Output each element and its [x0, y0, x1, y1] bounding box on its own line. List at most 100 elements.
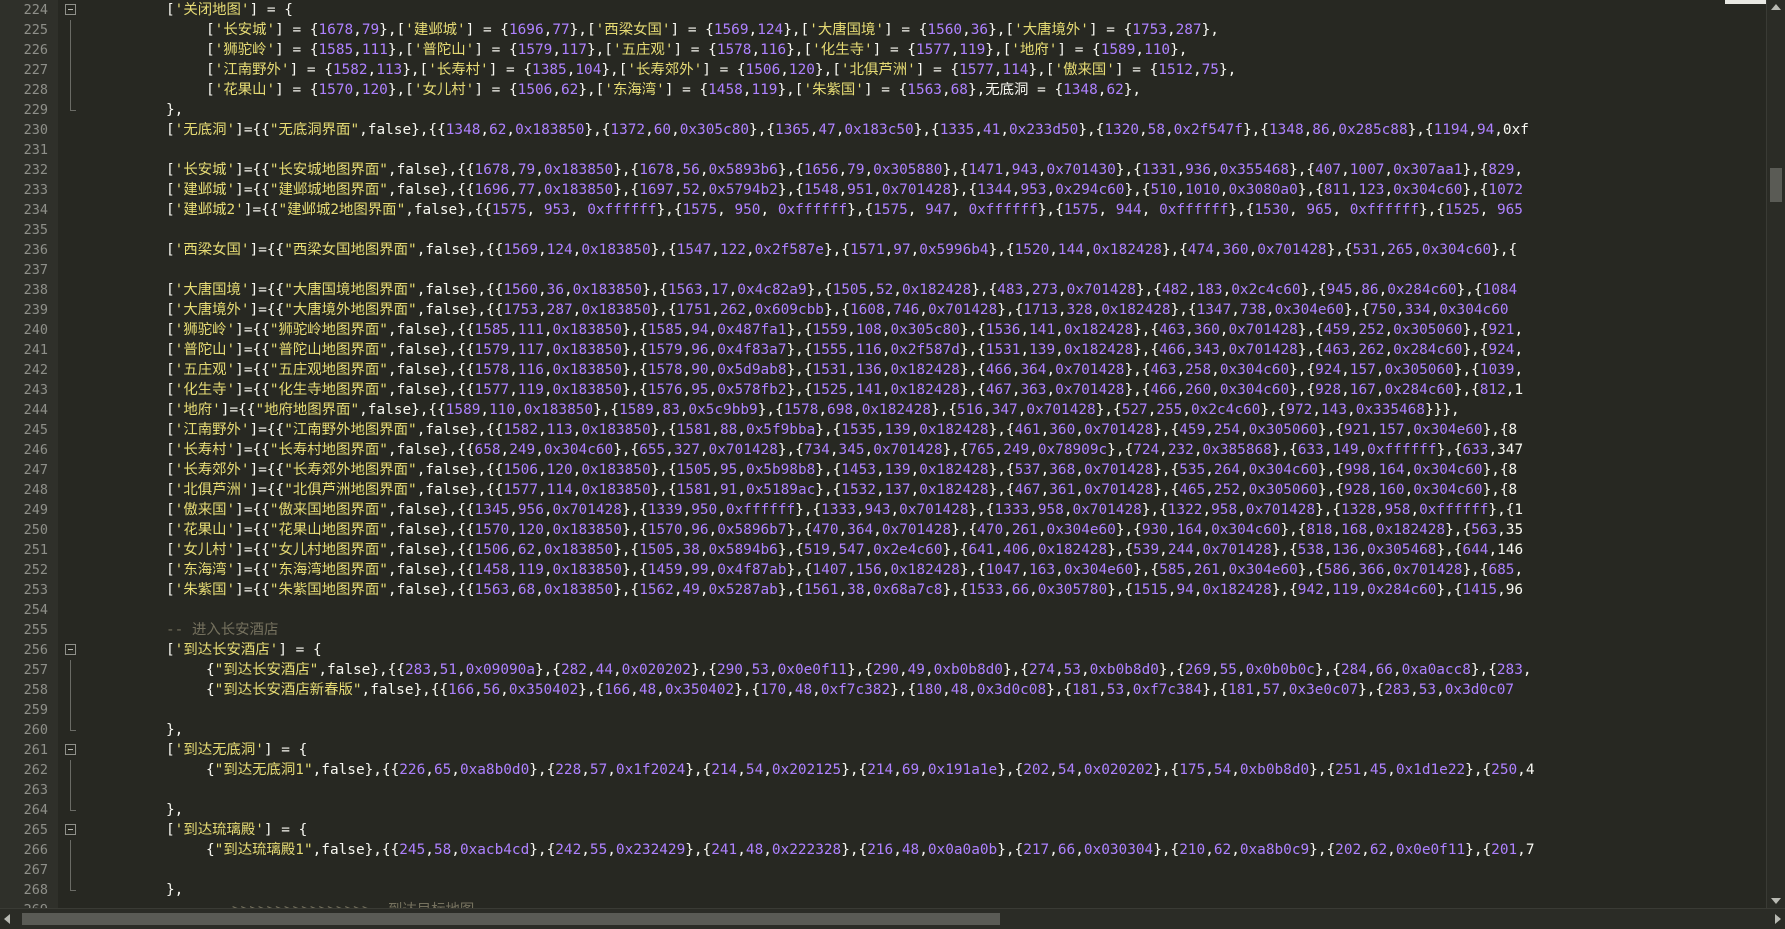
code-line[interactable]: ['无底洞']={{"无底洞界面",false},{{1348,62,0x183… — [88, 120, 1766, 140]
code-editor[interactable]: 224 225 226 227 228 229 230 231 232 233 234 235 236 2… — [0, 0, 1785, 929]
code-line[interactable]: }, — [88, 880, 1766, 900]
code-token: , — [699, 162, 709, 178]
fold-collapse-icon[interactable] — [65, 4, 76, 15]
code-line[interactable]: ['东海湾']={{"东海湾地图界面",false},{{1458,119,0x… — [88, 560, 1766, 580]
number-token: 0x0b0b0c — [1245, 662, 1315, 678]
code-line[interactable]: ['女儿村']={{"女儿村地图界面",false},{{1506,62,0x1… — [88, 540, 1766, 560]
code-token: ,false},{{ — [416, 302, 504, 318]
number-token: 95 — [691, 382, 709, 398]
code-line[interactable]: ['长寿郊外']={{"长寿郊外地图界面",false},{{1506,120,… — [88, 460, 1766, 480]
code-line[interactable]: ['花果山'] = {1570,120},['女儿村'] = {1506,62}… — [88, 80, 1766, 100]
code-token: , — [1046, 382, 1056, 398]
code-line[interactable]: ['大唐国境']={{"大唐国境地图界面",false},{{1560,36,0… — [88, 280, 1766, 300]
code-line[interactable]: {"到达长安酒店",false},{{283,51,0x09090a},{282… — [88, 660, 1766, 680]
code-token: },{ — [942, 542, 969, 558]
code-line[interactable]: ['狮驼岭']={{"狮驼岭地图界面",false},{{1585,111,0x… — [88, 320, 1766, 340]
code-token: , — [509, 582, 518, 598]
code-line[interactable] — [88, 780, 1766, 800]
vertical-scroll-thumb[interactable] — [1770, 168, 1782, 202]
number-token: 347 — [991, 402, 1018, 418]
code-token: , — [682, 562, 692, 578]
number-token: 0x701428 — [708, 442, 778, 458]
code-token: , — [751, 42, 761, 58]
fold-row — [58, 440, 88, 460]
code-line[interactable]: ['西梁女国']={{"西梁女国地图界面",false},{{1569,124,… — [88, 240, 1766, 260]
code-line[interactable]: {"到达长安酒店新春版",false},{{166,56,0x350402},{… — [88, 680, 1766, 700]
code-line[interactable]: ['长安城']={{"长安城地图界面",false},{{1678,79,0x1… — [88, 160, 1766, 180]
scroll-left-icon[interactable] — [4, 914, 10, 924]
code-token: , — [1358, 442, 1368, 458]
code-line[interactable]: ['花果山']={{"花果山地图界面",false},{{1570,120,0x… — [88, 520, 1766, 540]
string-token: '长寿村' — [174, 442, 236, 458]
code-area[interactable]: ['关闭地图'] = {['长安城'] = {1678,79},['建邺城'] … — [88, 0, 1766, 908]
code-line[interactable]: -- >>>>>>>>>>>>>>>> 到达目标地图 — [88, 900, 1766, 908]
horizontal-scrollbar[interactable] — [0, 908, 1785, 929]
fold-collapse-icon[interactable] — [65, 824, 76, 835]
code-line[interactable] — [88, 140, 1766, 160]
scroll-up-icon[interactable] — [1771, 4, 1781, 10]
code-line[interactable]: -- 进入长安酒店 — [88, 620, 1766, 640]
code-line[interactable]: ['地府']={{"地府地图界面",false},{{1589,110,0x18… — [88, 400, 1766, 420]
code-token: },{ — [1358, 682, 1385, 698]
code-token: ,false},{{ — [387, 162, 475, 178]
number-token: 0x202125 — [771, 762, 842, 778]
code-line[interactable] — [88, 220, 1766, 240]
number-token: 1578 — [783, 402, 819, 418]
code-line[interactable]: }, — [88, 720, 1766, 740]
scroll-down-icon[interactable] — [1771, 898, 1781, 904]
code-token: ,1 — [1505, 382, 1524, 398]
code-line[interactable]: ['到达无底洞'] = { — [88, 740, 1766, 760]
code-line[interactable]: ['江南野外']={{"江南野外地图界面",false},{{1582,113,… — [88, 420, 1766, 440]
code-line[interactable]: {"到达无底洞1",false},{{226,65,0xa8b0d0},{228… — [88, 760, 1766, 780]
fold-collapse-icon[interactable] — [65, 744, 76, 755]
code-line[interactable]: }, — [88, 100, 1766, 120]
scroll-right-icon[interactable] — [1775, 914, 1781, 924]
number-token: 86 — [1361, 282, 1379, 298]
code-line[interactable]: ['到达长安酒店'] = { — [88, 640, 1766, 660]
code-line[interactable]: }, — [88, 800, 1766, 820]
line-number: 251 — [23, 542, 48, 558]
line-number: 252 — [23, 562, 48, 578]
code-token: },{ — [777, 182, 804, 198]
code-line[interactable]: ['到达琉璃殿'] = { — [88, 820, 1766, 840]
code-line[interactable]: ['傲来国']={{"傲来国地图界面",false},{{1345,956,0x… — [88, 500, 1766, 520]
code-line[interactable]: ['五庄观']={{"五庄观地图界面",false},{{1578,116,0x… — [88, 360, 1766, 380]
code-line[interactable]: ['长安城'] = {1678,79},['建邺城'] = {1696,77},… — [88, 20, 1766, 40]
number-token: 96 — [691, 522, 709, 538]
vertical-scrollbar[interactable] — [1766, 0, 1785, 908]
code-line[interactable]: ['长寿村']={{"长寿村地图界面",false},{{658,249,0x3… — [88, 440, 1766, 460]
code-line[interactable] — [88, 860, 1766, 880]
comment-token: -- 进入长安酒店 — [166, 622, 279, 638]
code-line[interactable]: ['普陀山']={{"普陀山地图界面",false},{{1579,117,0x… — [88, 340, 1766, 360]
code-line[interactable] — [88, 600, 1766, 620]
code-token: , — [1378, 242, 1388, 258]
horizontal-scroll-thumb[interactable] — [22, 913, 1000, 925]
code-line[interactable]: ['狮驼岭'] = {1585,111},['普陀山'] = {1579,117… — [88, 40, 1766, 60]
number-token: 1339 — [647, 502, 683, 518]
code-token: , — [480, 122, 490, 138]
number-token: 360 — [1222, 242, 1249, 258]
code-line[interactable] — [88, 260, 1766, 280]
code-line[interactable]: ['大唐境外']={{"大唐境外地图界面",false},{{1753,287,… — [88, 300, 1766, 320]
code-line[interactable]: ['化生寺']={{"化生寺地图界面",false},{{1577,119,0x… — [88, 380, 1766, 400]
fold-collapse-icon[interactable] — [65, 644, 76, 655]
code-line[interactable] — [88, 700, 1766, 720]
code-token: , — [708, 522, 718, 538]
number-token: 1589 — [445, 402, 481, 418]
number-token: 465 — [1179, 482, 1206, 498]
code-line[interactable]: ['建邺城2']={{"建邺城2地图界面",false},{{1575, 953… — [88, 200, 1766, 220]
code-line[interactable]: {"到达琉璃殿1",false},{{245,58,0xacb4cd},{242… — [88, 840, 1766, 860]
code-line[interactable]: ['江南野外'] = {1582,113},['长寿村'] = {1385,10… — [88, 60, 1766, 80]
code-token: , — [1404, 462, 1414, 478]
code-token: , — [509, 382, 518, 398]
code-token: ]={{ — [249, 282, 285, 298]
number-token: 0xffffff — [1367, 442, 1437, 458]
code-line[interactable]: ['北俱芦洲']={{"北俱芦洲地图界面",false},{{1577,114,… — [88, 480, 1766, 500]
number-token: 183 — [1196, 282, 1223, 298]
code-token: , — [425, 842, 434, 858]
code-token: , — [855, 502, 865, 518]
code-line[interactable]: ['朱紫国']={{"朱紫国地图界面",false},{{1563,68,0x1… — [88, 580, 1766, 600]
string-token: '朱紫国' — [803, 82, 864, 98]
code-line[interactable]: ['建邺城']={{"建邺城地图界面",false},{{1696,77,0x1… — [88, 180, 1766, 200]
code-line[interactable]: ['关闭地图'] = { — [88, 0, 1766, 20]
